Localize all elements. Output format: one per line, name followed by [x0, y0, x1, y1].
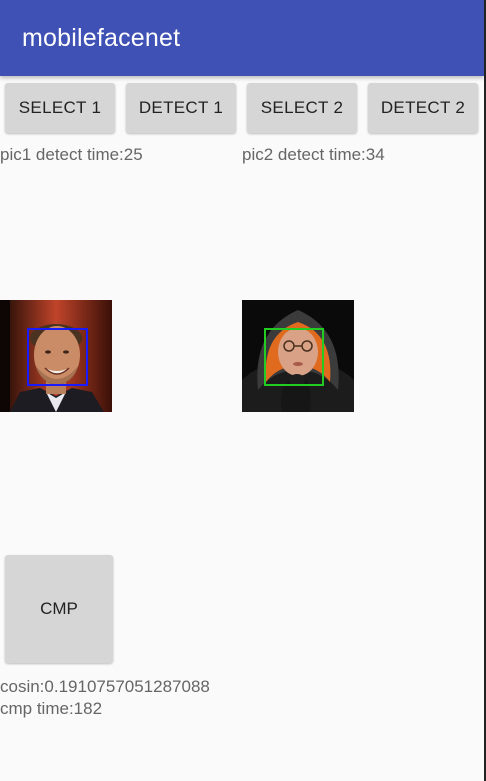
- select-2-button[interactable]: SELECT 2: [247, 83, 357, 133]
- pic2-face-box: [264, 328, 324, 386]
- compare-button[interactable]: CMP: [5, 555, 113, 663]
- pic1-face-box: [27, 328, 88, 386]
- select-1-button[interactable]: SELECT 1: [5, 83, 115, 133]
- detect-2-button[interactable]: DETECT 2: [368, 83, 478, 133]
- app-bar: mobilefacenet: [0, 0, 484, 76]
- pic2-image[interactable]: [242, 300, 354, 412]
- pic2-detect-time: pic2 detect time:34: [242, 145, 385, 164]
- pic1-image[interactable]: [0, 300, 112, 412]
- pic1-detect-time: pic1 detect time:25: [0, 145, 143, 164]
- detect-1-button[interactable]: DETECT 1: [126, 83, 236, 133]
- compare-time: cmp time:182: [0, 699, 103, 718]
- app-title: mobilefacenet: [22, 24, 181, 52]
- cosine-similarity: cosin:0.1910757051287088: [0, 677, 210, 696]
